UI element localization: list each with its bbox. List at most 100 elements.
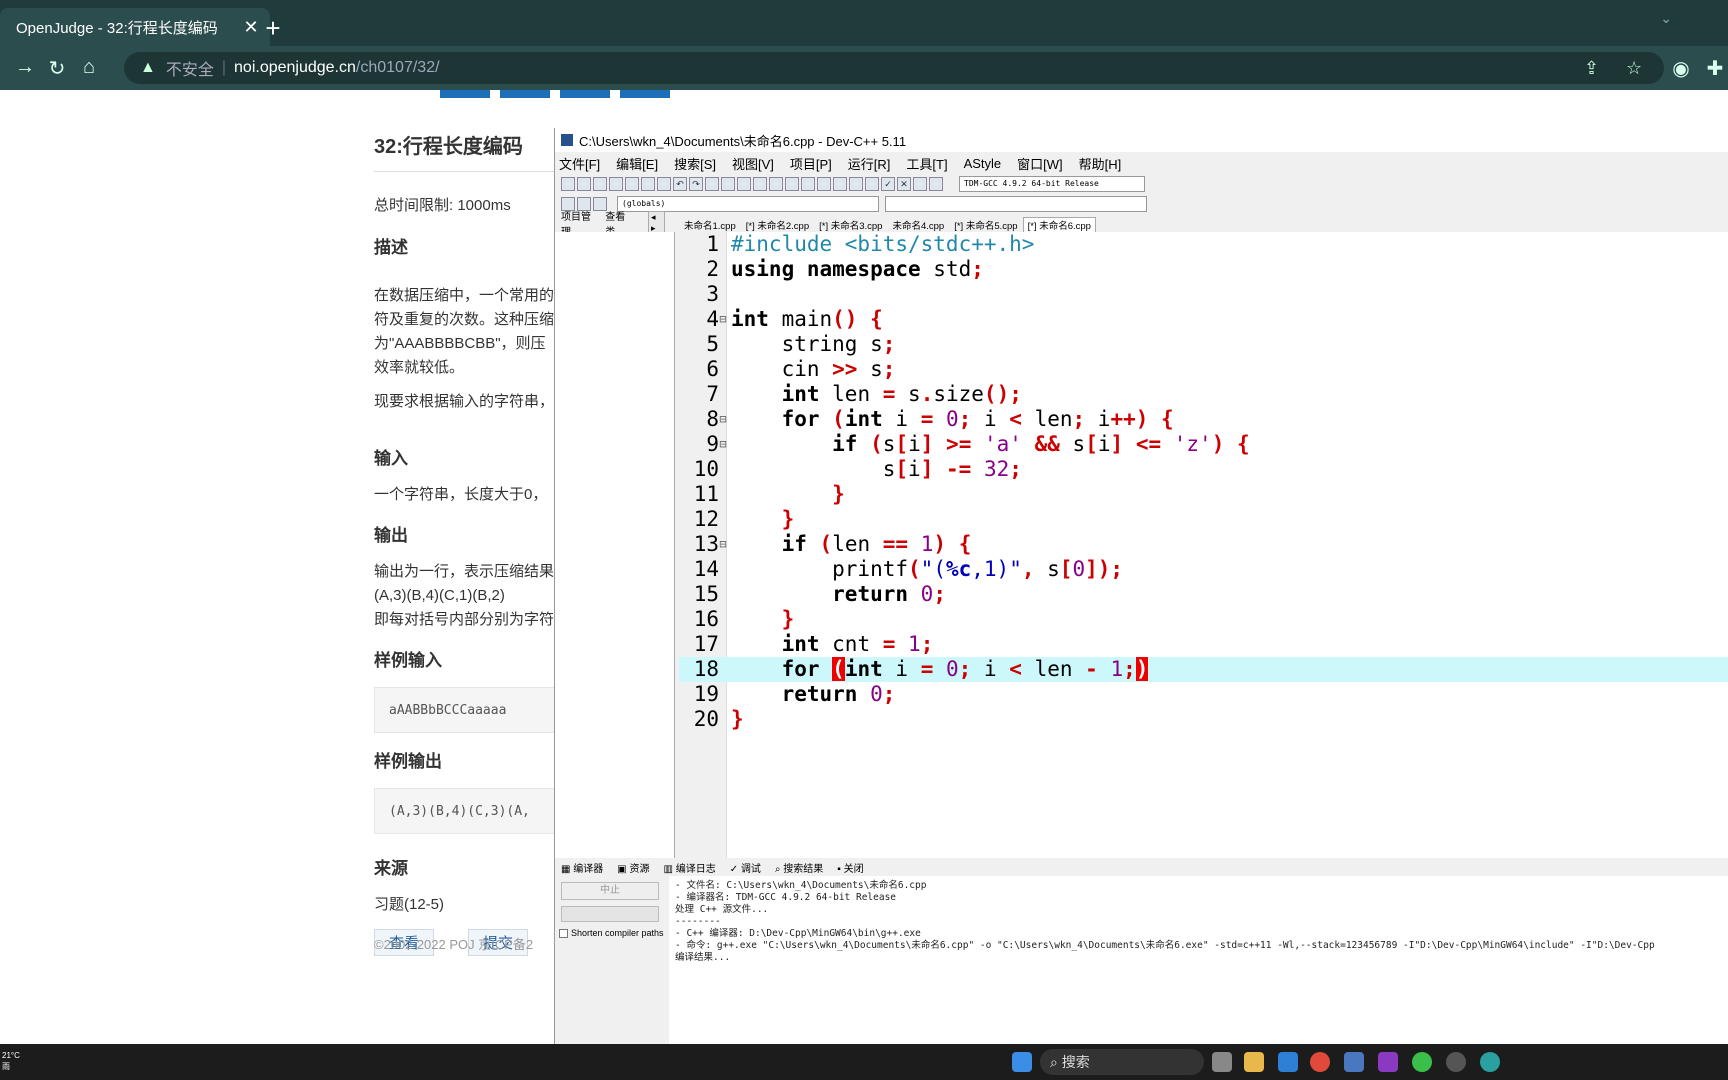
tab-debug[interactable]: ✓ 调试 [730,860,761,875]
indent-icon[interactable] [737,177,751,191]
scope-select[interactable]: (globals) [617,196,879,212]
fold-icon[interactable]: ⊟ [719,432,727,457]
run-icon[interactable] [833,177,847,191]
file-tab[interactable]: 未命名1.cpp [679,217,741,232]
symbol-select[interactable] [885,196,1147,212]
reload-icon[interactable]: ↻ [44,56,70,81]
stop-button[interactable]: 中止 [561,882,659,900]
chrome-icon[interactable] [1310,1052,1330,1072]
close-file-icon[interactable] [625,177,639,191]
close-all-icon[interactable] [641,177,655,191]
clock-app-icon[interactable] [1446,1052,1466,1072]
app-icon[interactable] [1278,1052,1298,1072]
code-line: 10 s[i] -= 32; [693,457,1022,481]
insecure-label[interactable]: 不安全 [166,56,214,80]
open-file-icon[interactable] [577,177,591,191]
bookmark-icon[interactable] [801,177,815,191]
resource-icon: ▣ [617,863,627,875]
compile-icon[interactable] [817,177,831,191]
home-icon[interactable]: ⌂ [76,56,102,79]
forward-icon[interactable]: → [12,56,38,79]
menu-astyle[interactable]: AStyle [964,156,1002,171]
chevron-down-icon[interactable]: ⌄ [1660,10,1672,27]
back-icon[interactable] [769,177,783,191]
redo-icon[interactable]: ↷ [689,177,703,191]
warning-icon[interactable]: ▲ [140,59,156,77]
weather-widget[interactable]: 21°C 雨 [2,1050,20,1072]
file-tab[interactable]: [*] 未命名5.cpp [949,217,1022,232]
bar-chart-icon: ▥ [663,863,673,875]
file-tab[interactable]: [*] 未命名3.cpp [814,217,887,232]
menu-project[interactable]: 项目[P] [790,154,832,173]
ide-title: C:\Users\wkn_4\Documents\未命名6.cpp - Dev-… [579,133,907,149]
profile-icon[interactable]: ◉ [1668,56,1694,81]
compiler-select[interactable]: TDM-GCC 4.9.2 64-bit Release [959,176,1145,192]
problem-tab[interactable] [440,90,490,98]
wechat-icon[interactable] [1412,1052,1432,1072]
rebuild-icon[interactable] [865,177,879,191]
windows-start-icon[interactable] [1012,1052,1032,1072]
discuss-tab[interactable] [500,90,550,98]
file-tab[interactable]: [*] 未命名2.cpp [741,217,814,232]
menu-search[interactable]: 搜索[S] [674,154,716,173]
menu-file[interactable]: 文件[F] [559,154,600,173]
check-icon: ✓ [729,863,739,875]
code-line: 20} [693,707,744,731]
code-line: 9 ⊟ if (s[i] >= 'a' && s[i] <= 'z') { [706,432,1250,457]
new-file-icon[interactable] [561,177,575,191]
stats-tab[interactable] [560,90,610,98]
shorten-paths-checkbox[interactable]: Shorten compiler paths [559,928,664,938]
taskbar-search[interactable]: ⌕ 搜索 [1040,1049,1204,1075]
code-line: 1 #include <bits/stdc++.h> [706,232,1035,256]
replace-icon[interactable] [721,177,735,191]
share-icon[interactable]: ⇪ [1584,58,1599,79]
fold-icon[interactable]: ⊟ [719,407,727,432]
stop-icon[interactable]: ✕ [897,177,911,191]
tab-resources[interactable]: ▣ 资源 [617,860,649,875]
unindent-icon[interactable] [753,177,767,191]
address-bar[interactable]: ▲ 不安全 | noi.openjudge.cn /ch0107/32/ ⇪ ☆ [124,52,1664,84]
tab-compile-log[interactable]: ▥ 编译日志 [663,860,715,875]
file-tab[interactable]: 未命名4.cpp [887,217,949,232]
menu-window[interactable]: 窗口[W] [1017,154,1063,173]
file-tab-active[interactable]: [*] 未命名6.cpp [1022,217,1096,232]
menu-view[interactable]: 视图[V] [732,154,774,173]
code-line: 15 return 0; [693,582,946,606]
compile-run-icon[interactable] [849,177,863,191]
browser-tab[interactable]: OpenJudge - 32:行程长度编码 ✕ [0,8,270,46]
file-explorer-icon[interactable] [1244,1052,1264,1072]
bookmark-star-icon[interactable]: ☆ [1626,58,1642,79]
print-icon[interactable] [657,177,671,191]
checkbox-icon[interactable] [559,928,568,938]
check-icon[interactable]: ✓ [881,177,895,191]
forward-nav-icon[interactable] [785,177,799,191]
menu-edit[interactable]: 编辑[E] [616,154,658,173]
code-line: 6 cin >> s; [706,357,896,381]
new-tab-icon[interactable]: + [258,13,288,44]
menu-tools[interactable]: 工具[T] [906,154,947,173]
devcpp-taskbar-icon[interactable] [1344,1052,1364,1072]
undo-icon[interactable]: ↶ [673,177,687,191]
save-all-icon[interactable] [609,177,623,191]
tab-close-panel[interactable]: ▪ 关闭 [837,860,863,875]
browser-app-icon[interactable] [1480,1052,1500,1072]
onenote-icon[interactable] [1378,1052,1398,1072]
menu-help[interactable]: 帮助[H] [1079,154,1122,173]
fold-icon[interactable]: ⊟ [719,307,727,332]
ide-title-bar: C:\Users\wkn_4\Documents\未命名6.cpp - Dev-… [555,128,1728,152]
debug-icon[interactable] [929,177,943,191]
code-editor[interactable]: 1 #include <bits/stdc++.h> 2 using namespa… [679,232,1728,858]
taskbar: 21°C 雨 ⌕ 搜索 [0,1044,1728,1080]
menu-run[interactable]: 运行[R] [848,154,891,173]
tab-search-results[interactable]: ⌕ 搜索结果 [775,860,823,875]
find-icon[interactable] [705,177,719,191]
close-icon: ▪ [837,863,841,875]
chart-icon[interactable] [913,177,927,191]
bottom-panel-tabs: ▦ 编译器 ▣ 资源 ▥ 编译日志 ✓ 调试 ⌕ 搜索结果 ▪ 关闭 [555,858,1728,876]
task-view-icon[interactable] [1212,1052,1232,1072]
submit-tab[interactable] [620,90,670,98]
fold-icon[interactable]: ⊟ [719,532,727,557]
save-icon[interactable] [593,177,607,191]
extensions-icon[interactable]: ✚ [1702,56,1728,81]
tab-compiler[interactable]: ▦ 编译器 [561,860,603,875]
